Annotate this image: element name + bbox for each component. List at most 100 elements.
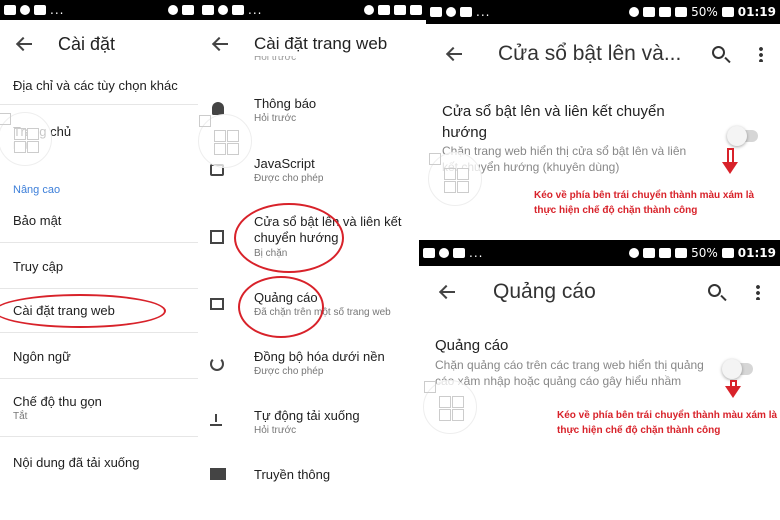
battery-percent: 50%	[691, 246, 718, 260]
popups-toolbar: Cửa sổ bật lên và...	[426, 32, 780, 76]
more-notifications-icon: ...	[469, 246, 484, 260]
settings-item-label: Ngôn ngữ	[13, 349, 71, 364]
wifi-icon	[394, 5, 406, 15]
divider	[0, 332, 198, 333]
ads-panel: ... 50% 01:19 Quảng cáo Quảng cáo Chặn qu…	[419, 240, 780, 520]
status-bar: ...	[0, 0, 198, 20]
site-setting-background-sync[interactable]: Đồng bộ hóa dưới nền Được cho phép	[198, 349, 426, 377]
settings-item-label: Nội dung đã tải xuống	[13, 455, 140, 470]
more-notifications-icon: ...	[248, 3, 263, 17]
status-bar: ... 50% 01:19	[426, 0, 780, 24]
settings-item-security[interactable]: Bảo mật	[0, 213, 198, 228]
chat-icon	[20, 5, 30, 15]
settings-item-sub: Tắt	[13, 411, 28, 422]
ads-toggle[interactable]	[722, 359, 753, 379]
ads-square-icon	[210, 298, 224, 310]
site-setting-auto-download[interactable]: Tự động tải xuống Hỏi trước	[198, 408, 426, 436]
site-setting-label: Tự động tải xuống	[254, 408, 360, 423]
page-title: Cửa sổ bật lên và...	[498, 42, 682, 65]
image-icon	[423, 248, 435, 258]
arrow-head	[722, 162, 738, 174]
status-bar: ... 50% 01:19	[419, 240, 780, 266]
site-settings-panel: ... Cài đặt trang web Hỏi trước Thông bá…	[198, 0, 426, 520]
image-icon	[430, 7, 442, 17]
settings-item-label: Bảo mật	[13, 213, 62, 228]
site-setting-sub: Được cho phép	[254, 366, 324, 377]
more-notifications-icon: ...	[50, 3, 65, 17]
divider	[0, 436, 198, 437]
site-setting-sub: Hỏi trước	[254, 113, 297, 124]
settings-item-downloads[interactable]: Nội dung đã tải xuống	[0, 455, 198, 470]
more-options-icon[interactable]	[756, 284, 760, 300]
more-notifications-icon: ...	[476, 5, 491, 19]
back-arrow-icon[interactable]	[446, 46, 462, 62]
back-arrow-icon[interactable]	[16, 36, 32, 52]
battery-icon	[721, 248, 734, 258]
settings-item-address[interactable]: Địa chỉ và các tùy chọn khác	[0, 78, 198, 93]
annotation-note: Kéo về phía bên trái chuyển thành màu xá…	[534, 190, 755, 216]
arrow-annotation	[725, 380, 741, 406]
highlight-circle	[238, 276, 324, 338]
page-title: Cài đặt trang web	[254, 34, 388, 53]
bike-icon	[232, 5, 244, 15]
page-title: Cài đặt	[58, 33, 116, 54]
signal-icon	[410, 5, 422, 15]
highlight-circle	[234, 203, 344, 273]
site-setting-label: JavaScript	[254, 156, 315, 171]
watermark-logo	[198, 114, 252, 168]
alarm-icon	[643, 7, 656, 17]
open-in-new-icon	[210, 230, 224, 244]
bike-icon	[453, 248, 465, 258]
settings-item-label: Địa chỉ và các tùy chọn khác	[13, 78, 178, 93]
watermark-logo	[0, 112, 52, 166]
bike-icon	[34, 5, 46, 15]
watermark-logo	[428, 152, 482, 206]
settings-panel: ... Cài đặt Địa chỉ và các tùy chọn khác…	[0, 0, 198, 520]
location-icon	[364, 5, 374, 15]
alarm-icon	[182, 5, 194, 15]
wifi-icon	[659, 7, 672, 17]
page-title: Quảng cáo	[493, 280, 596, 303]
chat-icon	[439, 248, 449, 258]
site-setting-sub: Được cho phép	[254, 173, 324, 184]
clipped-sub: Hỏi trước	[254, 56, 297, 63]
annotation-note: Kéo về phía bên trái chuyển thành màu xá…	[557, 410, 778, 436]
alarm-icon	[643, 248, 656, 258]
location-icon	[168, 5, 178, 15]
arrow-head	[725, 386, 741, 398]
settings-item-label: Truy cập	[13, 259, 64, 274]
search-icon[interactable]	[712, 46, 725, 59]
popups-toggle[interactable]	[727, 126, 758, 146]
site-setting-label: Truyền thông	[254, 467, 331, 482]
divider	[0, 288, 198, 289]
settings-item-lite-mode[interactable]: Chế độ thu gọn Tắt	[0, 394, 198, 422]
setting-description: Chặn quảng cáo trên các trang web hiển t…	[435, 358, 704, 388]
image-icon	[4, 5, 16, 15]
back-arrow-icon[interactable]	[439, 284, 455, 300]
toggle-knob	[722, 359, 742, 379]
alarm-icon	[378, 5, 390, 15]
divider	[0, 242, 198, 243]
divider	[0, 378, 198, 379]
sync-icon	[210, 357, 224, 371]
settings-item-accessibility[interactable]: Truy cập	[0, 259, 198, 274]
section-advanced: Nâng cao	[13, 184, 61, 196]
arrow-annotation	[722, 148, 738, 188]
wifi-icon	[659, 248, 672, 258]
more-options-icon[interactable]	[759, 46, 763, 62]
bell-icon	[212, 102, 224, 115]
search-icon[interactable]	[708, 284, 721, 297]
divider	[0, 104, 198, 105]
media-icon	[210, 468, 226, 480]
site-setting-media[interactable]: Truyền thông	[198, 467, 426, 482]
signal-icon	[675, 248, 688, 258]
location-icon	[629, 7, 640, 17]
chat-icon	[218, 5, 228, 15]
clock: 01:19	[737, 246, 776, 260]
battery-icon	[721, 7, 734, 17]
image-icon	[202, 5, 214, 15]
settings-item-language[interactable]: Ngôn ngữ	[0, 349, 198, 364]
back-arrow-icon[interactable]	[212, 36, 228, 52]
highlight-circle	[0, 294, 166, 328]
signal-icon	[675, 7, 688, 17]
